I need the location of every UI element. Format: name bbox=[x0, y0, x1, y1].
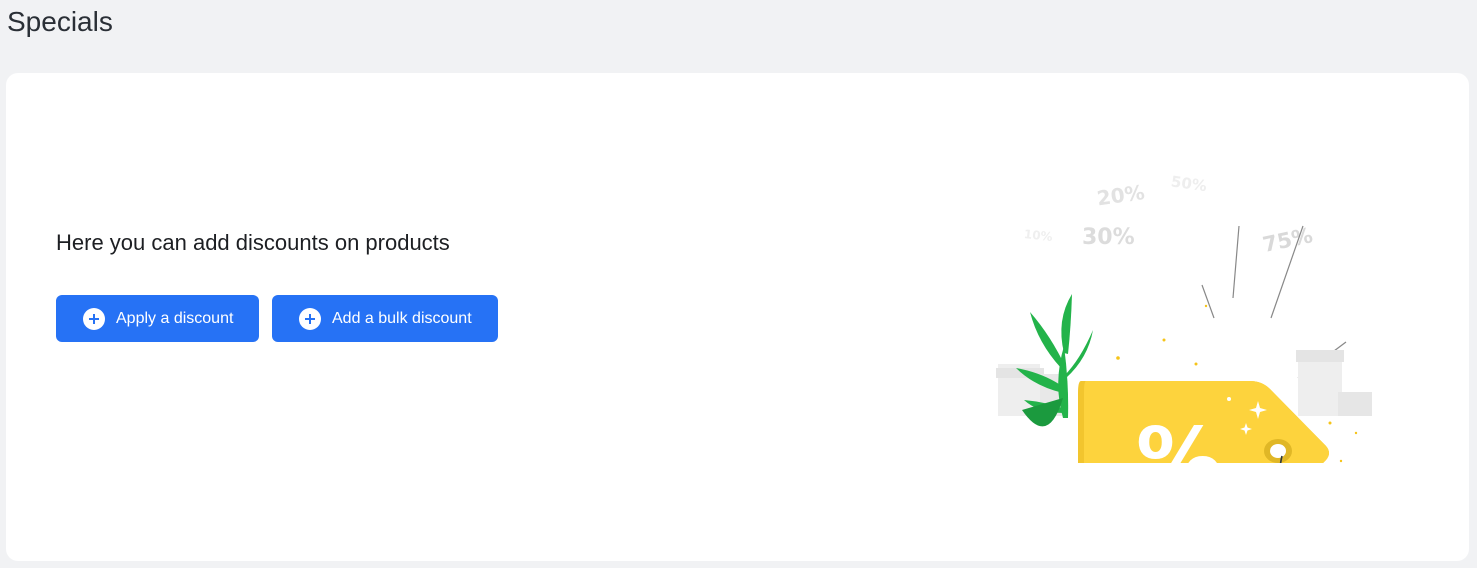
price-tag: % bbox=[1078, 381, 1329, 463]
empty-state-headline: Here you can add discounts on products bbox=[56, 230, 450, 255]
tag-percent-symbol: % bbox=[1136, 410, 1222, 463]
page-title: Specials bbox=[7, 6, 113, 37]
percent-label: 75% bbox=[1261, 223, 1315, 257]
percent-label: 10% bbox=[1023, 227, 1053, 244]
percent-label: 20% bbox=[1095, 180, 1146, 210]
specials-card: Here you can add discounts on products A… bbox=[6, 73, 1469, 561]
plus-circle-icon bbox=[299, 307, 321, 330]
discount-tag-illustration: 20% 50% 30% 10% 75% % bbox=[996, 172, 1372, 463]
add-bulk-discount-label: Add a bulk discount bbox=[332, 309, 472, 327]
percent-label: 50% bbox=[1170, 172, 1208, 195]
add-bulk-discount-button[interactable]: Add a bulk discount bbox=[272, 295, 498, 342]
apply-discount-button[interactable]: Apply a discount bbox=[56, 295, 259, 342]
plus-circle-icon bbox=[83, 307, 105, 330]
apply-discount-label: Apply a discount bbox=[116, 309, 234, 327]
percent-label: 30% bbox=[1082, 225, 1135, 250]
